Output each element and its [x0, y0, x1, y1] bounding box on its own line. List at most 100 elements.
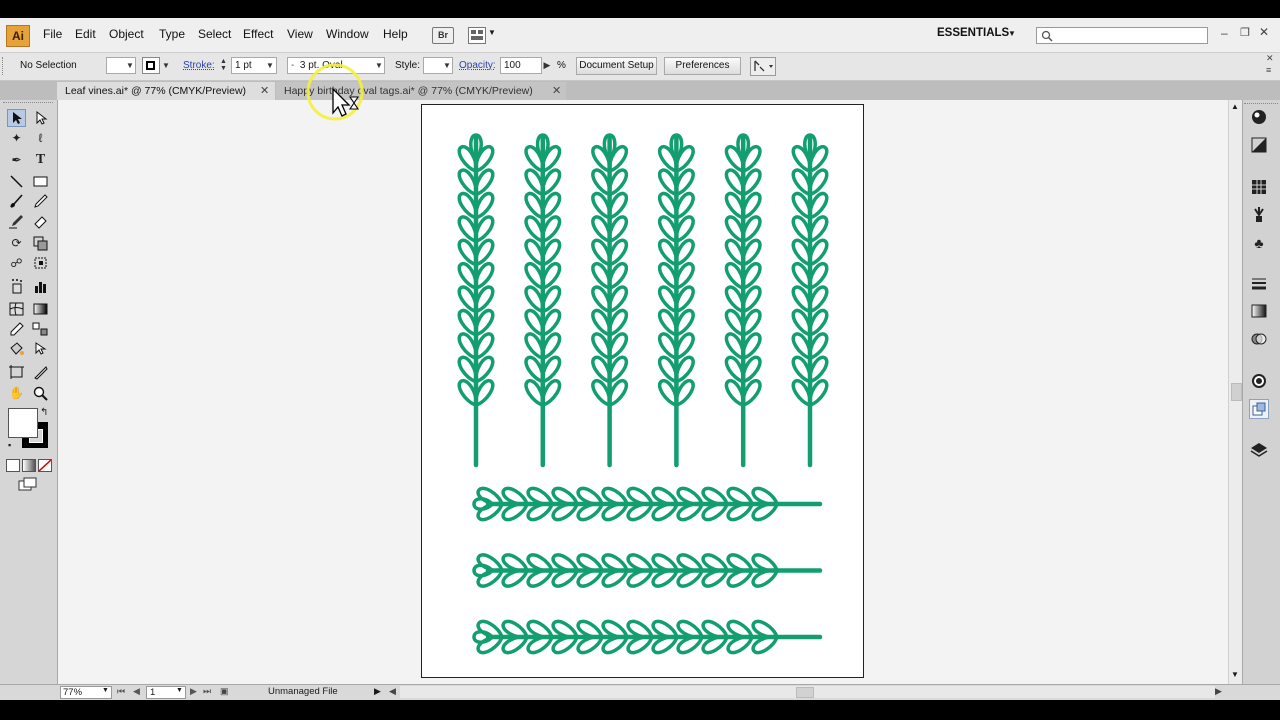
- first-artboard-icon[interactable]: ⏮: [117, 686, 125, 697]
- rotate-tool-icon[interactable]: ⟳: [7, 234, 26, 252]
- artboard-tool-icon[interactable]: [7, 363, 26, 381]
- zoom-dropdown-icon[interactable]: ▼: [102, 687, 109, 694]
- tab-close-icon[interactable]: ✕: [260, 84, 269, 97]
- free-transform-tool-icon[interactable]: [31, 254, 50, 272]
- next-artboard-icon[interactable]: ▶: [190, 686, 197, 697]
- preferences-button[interactable]: Preferences: [664, 57, 741, 75]
- menu-select[interactable]: Select: [198, 27, 231, 41]
- gradient-panel-icon[interactable]: [1249, 301, 1269, 321]
- status-menu-icon[interactable]: ▶: [374, 686, 381, 697]
- minimize-icon[interactable]: –: [1221, 26, 1228, 40]
- tab-leaf-vines[interactable]: Leaf vines.ai* @ 77% (CMYK/Preview): [57, 82, 275, 100]
- menu-window[interactable]: Window: [326, 27, 369, 41]
- menu-object[interactable]: Object: [109, 27, 144, 41]
- panel-close-icon[interactable]: ✕: [1266, 53, 1274, 64]
- column-graph-tool-icon[interactable]: [31, 277, 50, 295]
- scroll-right-icon[interactable]: ▶: [1215, 686, 1222, 697]
- swap-fill-stroke-icon[interactable]: ↰: [40, 407, 48, 418]
- scale-tool-icon[interactable]: [31, 234, 50, 252]
- gradient-mode-icon[interactable]: [22, 459, 36, 472]
- pencil-tool-icon[interactable]: [31, 192, 50, 210]
- graphic-styles-icon[interactable]: [1249, 399, 1269, 419]
- restore-icon[interactable]: ❐: [1240, 26, 1250, 39]
- type-tool-icon[interactable]: T: [31, 151, 50, 169]
- zoom-tool-icon[interactable]: [31, 384, 50, 402]
- arrange-options-icon[interactable]: [750, 57, 776, 76]
- arrange-dropdown-icon[interactable]: ▼: [488, 28, 496, 37]
- swatches-icon[interactable]: [1249, 177, 1269, 197]
- scroll-up-icon[interactable]: ▲: [1231, 102, 1239, 111]
- default-colors-icon[interactable]: ▪: [8, 440, 11, 450]
- appearance-icon[interactable]: [1249, 371, 1269, 391]
- leaf-vines-artwork[interactable]: [422, 105, 865, 679]
- workspace-dropdown-icon[interactable]: ▼: [1008, 29, 1016, 38]
- style-dropdown-icon[interactable]: ▼: [441, 57, 453, 74]
- vertical-scrollbar[interactable]: ▲ ▼: [1228, 100, 1243, 684]
- warp-tool-icon[interactable]: ☍: [7, 254, 26, 272]
- menu-edit[interactable]: Edit: [75, 27, 96, 41]
- direct-selection-tool-icon[interactable]: [31, 109, 50, 127]
- rectangle-tool-icon[interactable]: [31, 172, 50, 190]
- pen-tool-icon[interactable]: ✒: [7, 151, 26, 169]
- stroke-stepper-icon[interactable]: ▲ ▼: [220, 58, 227, 72]
- horizontal-scroll-thumb[interactable]: [796, 687, 814, 698]
- menu-help[interactable]: Help: [383, 27, 408, 41]
- menu-file[interactable]: File: [43, 27, 62, 41]
- fill-dropdown-icon[interactable]: ▼: [124, 57, 136, 74]
- live-paint-selection-tool-icon[interactable]: [31, 340, 50, 358]
- line-tool-icon[interactable]: [7, 172, 26, 190]
- brush-dropdown-icon[interactable]: ▼: [373, 57, 385, 74]
- symbols-icon[interactable]: ♣: [1249, 233, 1269, 253]
- mesh-tool-icon[interactable]: [7, 300, 26, 318]
- arrange-documents-icon[interactable]: [468, 27, 486, 44]
- tab-close-icon[interactable]: ✕: [552, 84, 561, 97]
- screen-mode-icon[interactable]: [18, 477, 38, 491]
- stroke-dropdown-icon[interactable]: ▼: [160, 57, 172, 74]
- blob-brush-tool-icon[interactable]: [7, 212, 26, 230]
- document-status-icon[interactable]: ▣: [220, 686, 229, 697]
- slice-tool-icon[interactable]: [31, 363, 50, 381]
- horizontal-scrollbar[interactable]: [400, 686, 1215, 698]
- document-setup-button[interactable]: Document Setup: [576, 57, 657, 75]
- artboard[interactable]: [421, 104, 864, 678]
- gradient-tool-icon[interactable]: [31, 300, 50, 318]
- menu-view[interactable]: View: [287, 27, 313, 41]
- stroke-panel-icon[interactable]: [1249, 274, 1269, 294]
- stroke-swatch[interactable]: [142, 57, 160, 74]
- scroll-left-icon[interactable]: ◀: [389, 686, 396, 697]
- vertical-scroll-thumb[interactable]: [1231, 383, 1242, 401]
- selection-tool-icon[interactable]: [7, 109, 26, 127]
- bridge-button[interactable]: Br: [432, 27, 454, 44]
- panel-menu-icon[interactable]: ≡: [1266, 65, 1271, 75]
- hand-tool-icon[interactable]: ✋: [7, 384, 26, 402]
- symbol-sprayer-tool-icon[interactable]: [7, 277, 26, 295]
- eyedropper-tool-icon[interactable]: [7, 320, 26, 338]
- opacity-field[interactable]: 100: [500, 57, 542, 74]
- artboard-dropdown-icon[interactable]: ▼: [176, 687, 183, 694]
- none-mode-icon[interactable]: [38, 459, 52, 472]
- last-artboard-icon[interactable]: ⏭: [203, 686, 211, 697]
- transparency-icon[interactable]: [1249, 329, 1269, 349]
- live-paint-bucket-tool-icon[interactable]: [7, 340, 26, 358]
- previous-artboard-icon[interactable]: ◀: [133, 686, 140, 697]
- stroke-weight-dropdown-icon[interactable]: ▼: [264, 57, 276, 74]
- lasso-tool-icon[interactable]: ℓ: [31, 129, 50, 147]
- paintbrush-tool-icon[interactable]: [7, 192, 26, 210]
- color-mode-icon[interactable]: [6, 459, 20, 472]
- fill-color-swatch[interactable]: [8, 408, 38, 438]
- eraser-tool-icon[interactable]: [31, 212, 50, 230]
- layers-icon[interactable]: [1249, 440, 1269, 460]
- opacity-label[interactable]: Opacity:: [459, 60, 496, 71]
- search-help-field[interactable]: [1036, 27, 1208, 44]
- blend-tool-icon[interactable]: [31, 320, 50, 338]
- scroll-down-icon[interactable]: ▼: [1231, 670, 1239, 679]
- color-panel-icon[interactable]: [1249, 107, 1269, 127]
- magic-wand-tool-icon[interactable]: ✦: [7, 129, 26, 147]
- menu-type[interactable]: Type: [159, 27, 185, 41]
- menu-effect[interactable]: Effect: [243, 27, 273, 41]
- workspace-switcher[interactable]: ESSENTIALS: [937, 27, 1009, 39]
- opacity-arrow-icon[interactable]: ▶: [541, 57, 553, 74]
- color-guide-icon[interactable]: [1249, 135, 1269, 155]
- stroke-label[interactable]: Stroke:: [183, 60, 215, 71]
- close-window-icon[interactable]: ✕: [1259, 25, 1269, 39]
